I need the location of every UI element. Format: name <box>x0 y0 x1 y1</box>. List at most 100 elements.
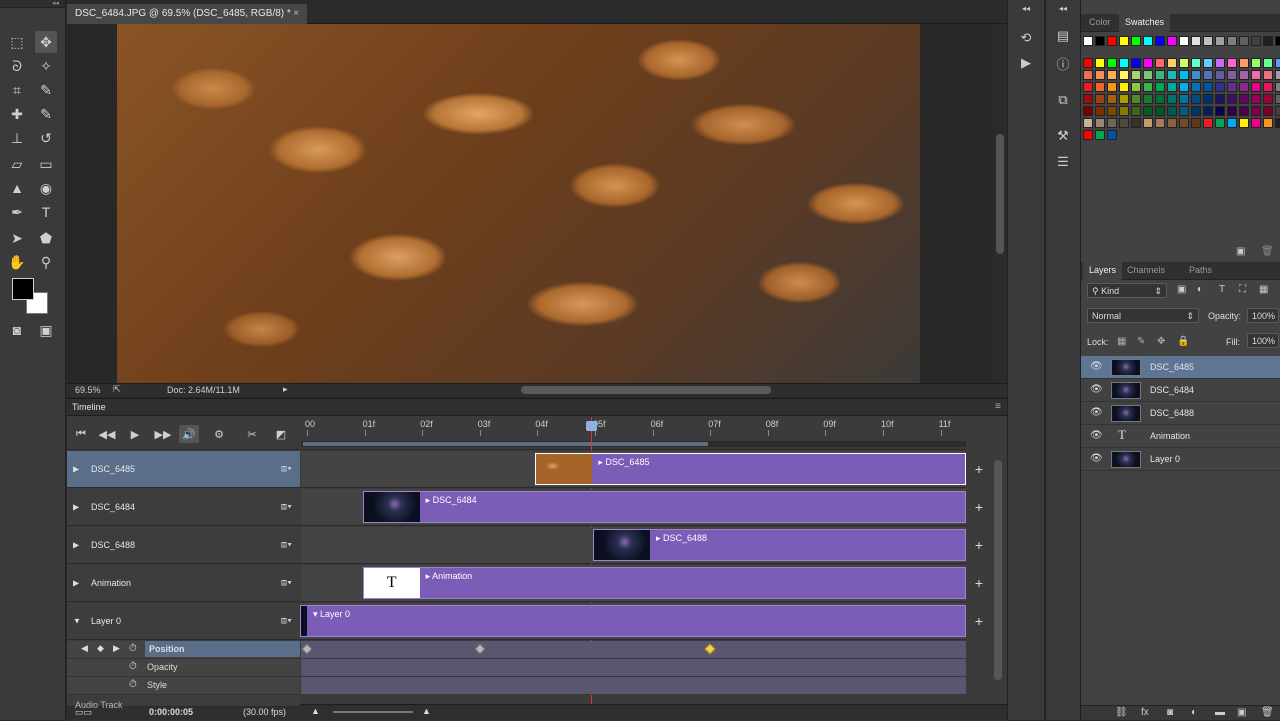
timeline-ruler[interactable]: 00 01f 02f 03f 04f 05f 06f 07f 08f 09f 10f 11f <box>301 417 966 450</box>
color-swatch[interactable] <box>1203 81 1213 92</box>
stopwatch-icon[interactable]: ⏱ <box>129 661 137 672</box>
panel-menu-icon[interactable]: ≡ <box>995 401 1001 412</box>
color-swatch[interactable] <box>1275 36 1280 46</box>
color-swatch[interactable] <box>1083 81 1093 92</box>
color-swatch[interactable] <box>1251 36 1261 46</box>
color-swatch[interactable] <box>1095 81 1105 92</box>
delete-layer-icon[interactable]: 🗑 <box>1261 707 1274 718</box>
color-swatch[interactable] <box>1215 36 1225 46</box>
lasso-tool-icon[interactable]: ᘐ <box>6 55 28 77</box>
prev-keyframe-icon[interactable]: ◀ <box>81 643 88 654</box>
canvas-horizontal-scrollbar[interactable] <box>307 385 977 395</box>
color-swatch[interactable] <box>1155 117 1165 128</box>
canvas-area[interactable] <box>67 24 993 383</box>
chevron-right-icon[interactable]: ▶ <box>73 503 79 512</box>
color-swatch[interactable] <box>1203 36 1213 46</box>
color-swatch[interactable] <box>1179 93 1189 104</box>
keyframe-diamond[interactable] <box>301 643 313 655</box>
color-swatch[interactable] <box>1215 57 1225 68</box>
previous-frame-icon[interactable]: ◀◀ <box>97 425 117 443</box>
color-swatch[interactable] <box>1239 93 1249 104</box>
color-swatch[interactable] <box>1191 36 1201 46</box>
color-swatch[interactable] <box>1275 93 1280 104</box>
color-swatch[interactable] <box>1155 57 1165 68</box>
zoom-in-icon[interactable]: ▲ <box>422 706 431 716</box>
color-swatch[interactable] <box>1275 117 1280 128</box>
track-header[interactable]: ▼ Layer 0 ⧈▾ <box>67 603 300 640</box>
color-swatch[interactable] <box>1083 105 1093 116</box>
color-swatch[interactable] <box>1275 105 1280 116</box>
new-layer-icon[interactable]: ▣ <box>1237 707 1246 718</box>
add-media-icon[interactable]: + <box>969 537 989 553</box>
color-swatch[interactable] <box>1131 69 1141 80</box>
color-swatch[interactable] <box>1179 81 1189 92</box>
color-swatch[interactable] <box>1083 36 1093 46</box>
layer-row[interactable]: 👁 Layer 0 <box>1081 448 1280 471</box>
color-swatch[interactable] <box>1179 105 1189 116</box>
film-strip-icon[interactable]: ⧈▾ <box>281 540 292 551</box>
chevron-down-icon[interactable]: ▼ <box>73 617 81 626</box>
color-swatch[interactable] <box>1095 117 1105 128</box>
add-media-icon[interactable]: + <box>969 461 989 477</box>
color-swatch[interactable] <box>1251 81 1261 92</box>
color-swatch[interactable] <box>1227 93 1237 104</box>
layer-row[interactable]: 👁 DSC_6485 <box>1081 356 1280 379</box>
color-swatch[interactable] <box>1215 105 1225 116</box>
collapse-icon[interactable]: ◂◂ <box>1008 4 1044 13</box>
color-swatch[interactable] <box>1143 57 1153 68</box>
color-swatch[interactable] <box>1191 105 1201 116</box>
color-swatch[interactable] <box>1203 57 1213 68</box>
gradient-tool-icon[interactable]: ▭ <box>35 153 57 175</box>
video-clip[interactable]: ▸ DSC_6485 <box>535 453 966 485</box>
color-swatch[interactable] <box>1239 69 1249 80</box>
delete-swatch-icon[interactable]: 🗑 <box>1261 246 1274 257</box>
quickmask-tool-icon[interactable]: ◙ <box>6 319 28 341</box>
video-clip[interactable]: ▾ Layer 0 <box>300 605 966 637</box>
adjustment-layer-icon[interactable]: ◐ <box>1191 707 1197 718</box>
properties-icon[interactable]: ▤ <box>1046 28 1080 44</box>
color-swatch[interactable] <box>1107 36 1117 46</box>
track-lane[interactable]: ▾ Layer 0 <box>300 603 966 640</box>
track-lane[interactable]: ▸ DSC_6485 <box>301 451 966 488</box>
color-swatch[interactable] <box>1143 105 1153 116</box>
eyedropper-tool-icon[interactable]: ✎ <box>35 79 57 101</box>
peanuts-photo[interactable] <box>117 24 920 383</box>
visibility-eye-icon[interactable]: 👁 <box>1090 430 1103 441</box>
color-swatch[interactable] <box>1095 93 1105 104</box>
info-icon[interactable]: ⓘ <box>1046 54 1080 73</box>
filter-type-icon[interactable]: T <box>1219 284 1225 295</box>
color-swatch[interactable] <box>1263 69 1273 80</box>
color-swatch[interactable] <box>1083 129 1093 140</box>
healing-tool-icon[interactable]: ✚ <box>6 103 28 125</box>
color-swatch[interactable] <box>1083 69 1093 80</box>
color-swatch[interactable] <box>1107 105 1117 116</box>
color-swatch[interactable] <box>1191 81 1201 92</box>
color-swatch[interactable] <box>1215 93 1225 104</box>
add-media-icon[interactable]: + <box>969 499 989 515</box>
add-media-icon[interactable]: + <box>969 613 989 629</box>
color-swatch[interactable] <box>1095 36 1105 46</box>
collapse-icon[interactable]: ◂◂ <box>1046 4 1080 13</box>
color-swatch[interactable] <box>1227 69 1237 80</box>
transition-icon[interactable]: ◩ <box>271 425 291 443</box>
color-swatch[interactable] <box>1227 57 1237 68</box>
color-swatch[interactable] <box>1167 57 1177 68</box>
color-swatch[interactable] <box>1251 117 1261 128</box>
filter-smart-icon[interactable]: ▦ <box>1259 284 1268 295</box>
color-swatch[interactable] <box>1263 105 1273 116</box>
group-icon[interactable]: ▬ <box>1215 707 1225 718</box>
tab-color[interactable]: Color <box>1089 17 1111 27</box>
brush-tool-icon[interactable]: ✎ <box>35 103 57 125</box>
zoom-tool-icon[interactable]: ⚲ <box>35 251 57 273</box>
actions-icon[interactable]: ▶ <box>1008 55 1044 71</box>
dodge-tool-icon[interactable]: ◉ <box>35 177 57 199</box>
hand-tool-icon[interactable]: ✋ <box>6 251 28 273</box>
color-swatch[interactable] <box>1131 93 1141 104</box>
tab-paths[interactable]: Paths <box>1189 265 1212 275</box>
tab-channels[interactable]: Channels <box>1127 265 1165 275</box>
foreground-color-swatch[interactable] <box>12 278 34 300</box>
color-swatch[interactable] <box>1179 36 1189 46</box>
path-select-tool-icon[interactable]: ➤ <box>6 227 28 249</box>
color-swatch[interactable] <box>1215 117 1225 128</box>
paragraph-icon[interactable]: ⧉ <box>1046 92 1080 108</box>
